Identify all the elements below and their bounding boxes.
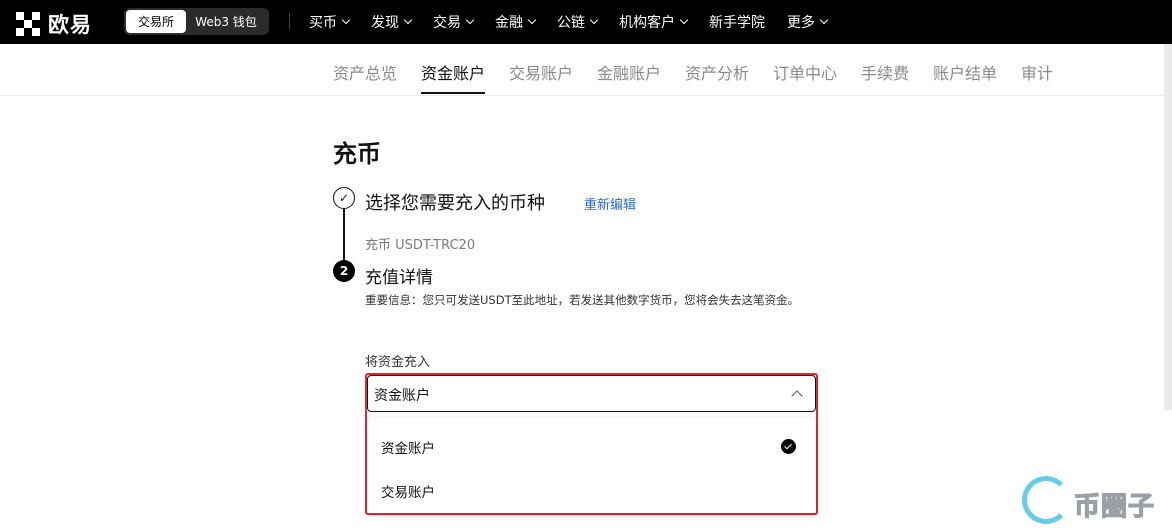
select-value: 资金账户 bbox=[374, 388, 430, 404]
nav-label: 公链 bbox=[557, 15, 585, 31]
nav-label: 更多 bbox=[787, 15, 815, 31]
nav-label: 金融 bbox=[495, 15, 523, 31]
watermark-text: 币圈子 bbox=[1073, 491, 1156, 522]
step-complete-check-icon: ✓ bbox=[333, 187, 355, 209]
tab-web3-wallet[interactable]: Web3 钱包 bbox=[186, 10, 266, 33]
tab-asset-overview[interactable]: 资产总览 bbox=[333, 60, 397, 84]
step-connector bbox=[343, 209, 345, 261]
selected-coin: 充币 USDT-TRC20 bbox=[365, 238, 476, 253]
important-notice: 重要信息：您只可发送USDT至此地址，若发送其他数字货币，您将会失去这笔资金。 bbox=[365, 293, 800, 307]
nav-label: 新手学院 bbox=[709, 15, 765, 31]
tab-fees[interactable]: 手续费 bbox=[861, 60, 909, 84]
check-icon bbox=[781, 439, 796, 454]
scrollbar[interactable] bbox=[1164, 44, 1172, 410]
chevron-down-icon bbox=[819, 15, 829, 25]
option-trading-account[interactable]: 交易账户 bbox=[381, 481, 435, 501]
option-funding-account[interactable]: 资金账户 bbox=[381, 437, 435, 457]
chevron-up-icon bbox=[791, 390, 803, 402]
nav-buy-crypto[interactable]: 买币 bbox=[309, 12, 351, 32]
tab-finance-account[interactable]: 金融账户 bbox=[597, 60, 661, 84]
watermark-logo-icon bbox=[1022, 476, 1070, 524]
tab-statements[interactable]: 账户结单 bbox=[933, 60, 997, 84]
nav-institutional[interactable]: 机构客户 bbox=[619, 12, 689, 32]
active-tab-indicator bbox=[421, 92, 485, 94]
nav-chain[interactable]: 公链 bbox=[557, 12, 599, 32]
tab-audit[interactable]: 审计 bbox=[1021, 60, 1053, 84]
nav-label: 发现 bbox=[371, 15, 399, 31]
page-title: 充币 bbox=[333, 140, 381, 168]
tab-order-center[interactable]: 订单中心 bbox=[773, 60, 837, 84]
chevron-down-icon bbox=[589, 15, 599, 25]
nav-label: 买币 bbox=[309, 15, 337, 31]
chevron-down-icon bbox=[403, 15, 413, 25]
tab-asset-analysis[interactable]: 资产分析 bbox=[685, 60, 749, 84]
nav-finance[interactable]: 金融 bbox=[495, 12, 537, 32]
product-switcher: 交易所 Web3 钱包 bbox=[124, 8, 269, 35]
step1-title: 选择您需要充入的币种 bbox=[365, 193, 545, 214]
account-options-menu: 资金账户 交易账户 bbox=[367, 418, 816, 513]
nav-more[interactable]: 更多 bbox=[787, 12, 829, 32]
okx-logo-icon bbox=[16, 12, 40, 36]
chevron-down-icon bbox=[527, 15, 537, 25]
reedit-link[interactable]: 重新编辑 bbox=[584, 194, 636, 213]
nav-divider bbox=[289, 13, 290, 30]
nav-academy[interactable]: 新手学院 bbox=[709, 12, 765, 32]
asset-subnav: 资产总览 资金账户 交易账户 金融账户 资产分析 订单中心 手续费 账户结单 审… bbox=[0, 44, 1172, 96]
nav-label: 交易 bbox=[433, 15, 461, 31]
nav-trade[interactable]: 交易 bbox=[433, 12, 475, 32]
chevron-down-icon bbox=[341, 15, 351, 25]
nav-discover[interactable]: 发现 bbox=[371, 12, 413, 32]
top-bar: 欧易 交易所 Web3 钱包 买币 发现 交易 金融 公链 机构客户 新手学院 … bbox=[0, 0, 1172, 44]
tab-exchange[interactable]: 交易所 bbox=[126, 10, 186, 33]
nav-label: 机构客户 bbox=[619, 15, 675, 31]
brand-logo[interactable]: 欧易 bbox=[16, 9, 92, 39]
step2-title: 充值详情 bbox=[365, 268, 433, 288]
account-select[interactable]: 资金账户 bbox=[367, 375, 816, 412]
watermark: 币圈子 bbox=[1022, 472, 1172, 532]
brand-name: 欧易 bbox=[48, 13, 92, 37]
tab-trading-account[interactable]: 交易账户 bbox=[509, 60, 573, 84]
chevron-down-icon bbox=[679, 15, 689, 25]
main-nav: 买币 发现 交易 金融 公链 机构客户 新手学院 更多 bbox=[309, 0, 849, 44]
step2-number: 2 bbox=[333, 260, 355, 282]
deposit-to-label: 将资金充入 bbox=[365, 355, 431, 370]
tab-funding-account[interactable]: 资金账户 bbox=[421, 60, 485, 84]
chevron-down-icon bbox=[465, 15, 475, 25]
